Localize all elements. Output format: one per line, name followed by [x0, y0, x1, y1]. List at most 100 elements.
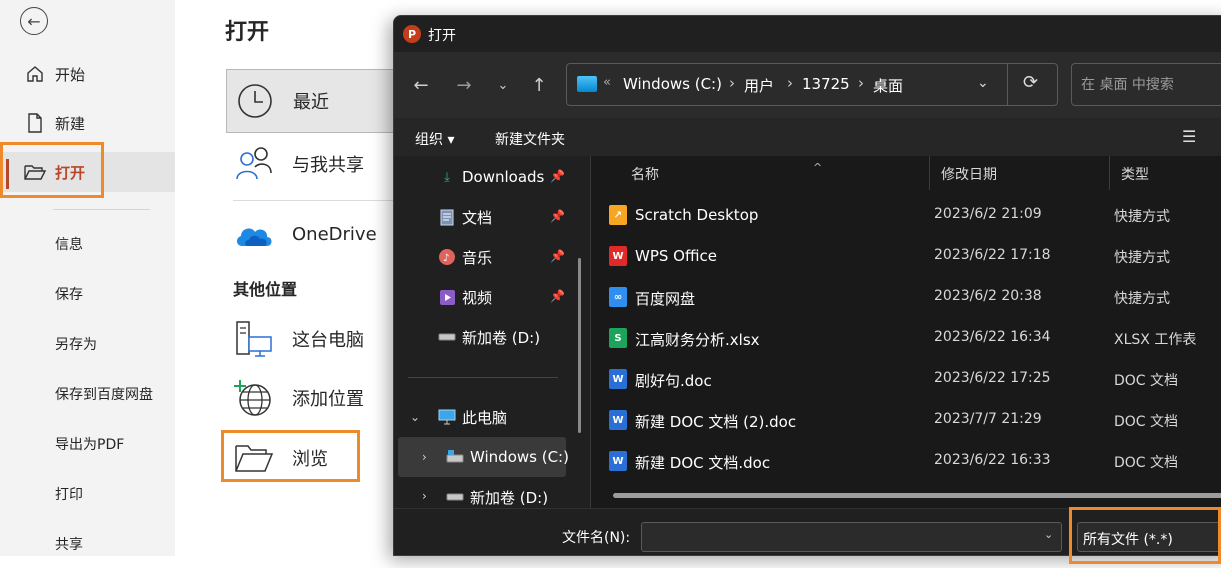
file-row[interactable]: S 江高财务分析.xlsx 2023/6/22 16:34 XLSX 工作表	[603, 318, 1221, 359]
nav-print[interactable]: 打印	[55, 484, 83, 504]
location-add-place[interactable]: 添加位置	[226, 368, 406, 428]
file-list[interactable]: ^ 名称 修改日期 类型 ↗ Scratch Desktop 2023/6/2 …	[591, 156, 1221, 508]
column-header-type[interactable]: 类型	[1121, 164, 1149, 184]
nav-info[interactable]: 信息	[55, 234, 83, 254]
column-divider[interactable]	[929, 156, 930, 190]
nav-drive-c[interactable]: Windows (C:)	[446, 439, 569, 475]
drive-icon	[446, 488, 464, 506]
breadcrumb-desktop[interactable]: 桌面	[873, 75, 903, 96]
up-folder-icon[interactable]: ↑	[526, 72, 552, 98]
location-recent[interactable]: 最近	[226, 69, 406, 133]
file-row[interactable]: W 剧好句.doc 2023/6/22 17:25 DOC 文档	[603, 359, 1221, 400]
dialog-navbar: ← → ⌄ ↑ « Windows (C:) › 用户 › 13725 › 桌面…	[394, 52, 1221, 118]
nav-save[interactable]: 保存	[55, 284, 83, 304]
home-icon	[24, 63, 46, 85]
nav-this-pc[interactable]: 此电脑	[438, 399, 507, 435]
address-dropdown-icon[interactable]: ⌄	[977, 75, 989, 91]
file-date: 2023/6/22 17:25	[934, 370, 1051, 386]
file-row[interactable]: W 新建 DOC 文档 (2).doc 2023/7/7 21:29 DOC 文…	[603, 400, 1221, 441]
file-list-horizontal-scrollbar[interactable]	[613, 493, 1221, 498]
recent-locations-chevron-icon[interactable]: ⌄	[490, 72, 516, 98]
nav-export-pdf[interactable]: 导出为PDF	[55, 434, 124, 454]
people-icon	[234, 144, 274, 184]
location-this-pc[interactable]: 这台电脑	[226, 309, 406, 369]
location-browse[interactable]: 浏览	[226, 428, 406, 488]
navigation-pane[interactable]: ⤓ Downloads 📌 文档 📌 ♪ 音乐 📌 视频 📌 新加卷 (D:) …	[394, 156, 590, 508]
new-folder-button[interactable]: 新建文件夹	[495, 129, 565, 149]
browse-folder-icon	[234, 438, 274, 478]
breadcrumb-users[interactable]: 用户	[744, 75, 774, 96]
file-date: 2023/6/22 16:34	[934, 329, 1051, 345]
column-header-name-label: 名称	[631, 167, 659, 183]
nav-documents[interactable]: 文档	[438, 199, 492, 235]
new-document-icon	[24, 112, 46, 134]
nav-pane-scrollbar[interactable]	[578, 258, 581, 433]
file-row[interactable]: W 新建 DOC 文档.doc 2023/6/22 16:33 DOC 文档	[603, 441, 1221, 482]
file-row[interactable]: ↗ Scratch Desktop 2023/6/2 21:09 快捷方式	[603, 195, 1221, 236]
nav-videos[interactable]: 视频	[438, 279, 492, 315]
address-bar[interactable]: « Windows (C:) › 用户 › 13725 › 桌面 ⌄ ⟳	[566, 63, 1058, 106]
nav-music[interactable]: ♪ 音乐	[438, 239, 492, 275]
breadcrumb-user-folder[interactable]: 13725	[802, 75, 850, 93]
expanded-chevron-icon[interactable]: ⌄	[410, 410, 420, 424]
file-name: Scratch Desktop	[635, 206, 759, 224]
file-type: 快捷方式	[1114, 291, 1170, 307]
column-header-date[interactable]: 修改日期	[941, 164, 997, 184]
column-divider[interactable]	[1109, 156, 1110, 190]
filetype-value: 所有文件 (*.*)	[1083, 532, 1173, 548]
pin-icon[interactable]: 📌	[550, 169, 565, 183]
nav-drive-d-label: 新加卷 (D:)	[462, 328, 541, 347]
sidebar-divider	[53, 209, 150, 210]
nav-videos-label: 视频	[462, 288, 493, 307]
video-icon	[438, 288, 456, 306]
location-onedrive[interactable]: OneDrive	[226, 204, 406, 264]
nav-drive-c-label: Windows (C:)	[470, 448, 569, 466]
nav-drive-d[interactable]: 新加卷 (D:)	[438, 319, 540, 355]
file-type: 快捷方式	[1114, 209, 1170, 225]
filename-input[interactable]	[641, 522, 1062, 552]
nav-home[interactable]: 开始	[0, 54, 175, 94]
nav-open[interactable]: 打开	[0, 152, 175, 192]
dialog-title: 打开	[428, 28, 456, 44]
dialog-bottom-bar: 文件名(N): ⌄ 所有文件 (*.*)	[394, 508, 1221, 555]
nav-pane-divider	[408, 377, 558, 378]
breadcrumb-c-drive[interactable]: Windows (C:)	[623, 75, 722, 93]
open-folder-icon	[24, 161, 46, 183]
address-overflow-icon[interactable]: «	[603, 75, 611, 90]
filetype-select[interactable]: 所有文件 (*.*)	[1077, 522, 1221, 552]
breadcrumb-separator[interactable]: ›	[787, 74, 793, 92]
breadcrumb-separator[interactable]: ›	[729, 74, 735, 92]
scratch-shortcut-icon: ↗	[609, 205, 627, 225]
pin-icon[interactable]: 📌	[550, 209, 565, 223]
nav-downloads[interactable]: ⤓ Downloads	[438, 159, 544, 195]
nav-new[interactable]: 新建	[0, 103, 175, 143]
clock-icon	[235, 81, 275, 121]
file-type: DOC 文档	[1114, 414, 1179, 430]
column-header-name[interactable]: ^ 名称	[631, 161, 822, 184]
command-bar: 组织 ▾ 新建文件夹 ☰	[394, 118, 1221, 156]
organize-button[interactable]: 组织 ▾	[415, 129, 454, 149]
file-row[interactable]: W WPS Office 2023/6/22 17:18 快捷方式	[603, 236, 1221, 277]
collapsed-chevron-icon[interactable]: ›	[422, 450, 427, 464]
filename-dropdown-icon[interactable]: ⌄	[1044, 528, 1053, 541]
nav-documents-label: 文档	[462, 208, 493, 227]
view-options-icon[interactable]: ☰	[1182, 127, 1202, 146]
location-shared[interactable]: 与我共享	[226, 134, 406, 194]
nav-save-as[interactable]: 另存为	[55, 334, 97, 354]
nav-save-to-baidu[interactable]: 保存到百度网盘	[55, 384, 153, 404]
file-row[interactable]: ∞ 百度网盘 2023/6/2 20:38 快捷方式	[603, 277, 1221, 318]
backstage-sidebar: ← 开始 新建 打开 信息 保存 另存为 保存到百度网盘 导出为PDF 打印 共…	[0, 0, 175, 556]
search-input[interactable]	[1071, 63, 1221, 106]
nav-drive-d-2[interactable]: 新加卷 (D:)	[446, 479, 548, 508]
file-name: 剧好句.doc	[635, 372, 712, 390]
back-arrow-icon[interactable]: ←	[20, 7, 48, 35]
back-icon[interactable]: ←	[408, 72, 434, 98]
svg-text:♪: ♪	[443, 253, 449, 264]
refresh-icon[interactable]: ⟳	[1023, 72, 1038, 93]
collapsed-chevron-icon[interactable]: ›	[422, 489, 427, 503]
nav-share[interactable]: 共享	[55, 534, 83, 554]
breadcrumb-separator[interactable]: ›	[858, 74, 864, 92]
pin-icon[interactable]: 📌	[550, 289, 565, 303]
forward-icon[interactable]: →	[451, 72, 477, 98]
pin-icon[interactable]: 📌	[550, 249, 565, 263]
